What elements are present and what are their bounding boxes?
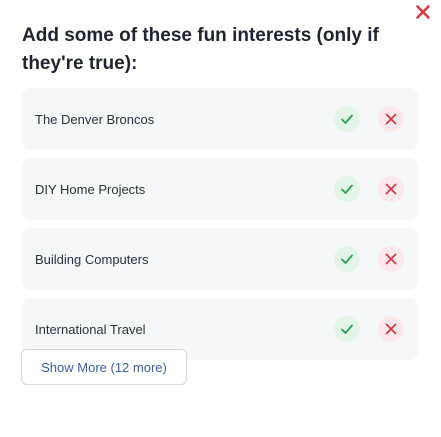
accept-button[interactable]: [334, 246, 360, 272]
check-icon: [341, 324, 353, 334]
interest-row: Building Computers: [22, 228, 418, 290]
interest-list: The Denver Broncos DIY Home Projects Bui…: [22, 88, 418, 368]
x-icon: [385, 113, 397, 125]
accept-button[interactable]: [334, 176, 360, 202]
close-icon: [416, 5, 430, 19]
check-icon: [341, 184, 353, 194]
interest-row: DIY Home Projects: [22, 158, 418, 220]
reject-button[interactable]: [378, 176, 404, 202]
close-button[interactable]: [413, 2, 433, 22]
x-icon: [385, 183, 397, 195]
x-icon: [385, 323, 397, 335]
reject-button[interactable]: [378, 316, 404, 342]
page-title: Add some of these fun interests (only if…: [22, 25, 379, 74]
check-icon: [341, 114, 353, 124]
interest-row: The Denver Broncos: [22, 88, 418, 150]
accept-button[interactable]: [334, 316, 360, 342]
accept-button[interactable]: [334, 106, 360, 132]
interest-label: The Denver Broncos: [35, 111, 155, 127]
check-icon: [341, 254, 353, 264]
interest-label: DIY Home Projects: [35, 181, 146, 197]
show-more-button[interactable]: Show More (12 more): [21, 349, 187, 385]
interest-label: Building Computers: [35, 251, 149, 267]
x-icon: [385, 253, 397, 265]
interest-label: International Travel: [35, 321, 146, 337]
reject-button[interactable]: [378, 106, 404, 132]
reject-button[interactable]: [378, 246, 404, 272]
